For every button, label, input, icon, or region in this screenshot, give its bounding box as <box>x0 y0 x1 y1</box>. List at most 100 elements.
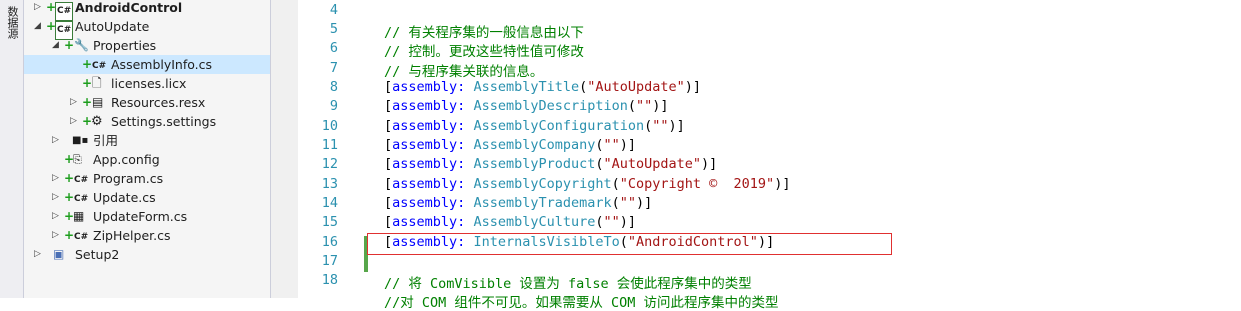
code-type: AssemblyTrademark <box>473 195 612 211</box>
line-number: 5 <box>329 21 338 37</box>
csharp-file-icon: C# <box>74 232 89 242</box>
tree-item-label: AndroidControl <box>75 0 183 15</box>
code-keyword: assembly: <box>392 98 466 114</box>
code-paren: )] <box>684 79 702 95</box>
code-type: AssemblyProduct <box>473 156 596 172</box>
code-string: "AutoUpdate" <box>587 79 685 95</box>
code-bracket: [ <box>384 137 393 153</box>
expand-icon[interactable]: ▷ <box>34 0 41 16</box>
line-number: 15 <box>321 214 338 230</box>
code-line-attribute: [assembly: AssemblyCopyright("Copyright … <box>384 176 790 192</box>
tree-item-label: 引用 <box>93 133 119 148</box>
code-paren: ( <box>595 214 604 230</box>
tree-item-updateform[interactable]: ▷ + ▦ UpdateForm.cs <box>24 207 270 226</box>
code-paren: ( <box>611 176 620 192</box>
tree-item-label: Update.cs <box>93 190 156 205</box>
highlight-box <box>367 233 892 255</box>
references-icon: ■▪ <box>72 135 89 146</box>
line-number: 6 <box>329 40 338 56</box>
tree-item-label: ZipHelper.cs <box>93 228 171 243</box>
pending-add-icon: + <box>64 190 75 204</box>
code-keyword: assembly: <box>392 214 466 230</box>
line-number: 17 <box>321 253 338 269</box>
tree-item-androidcontrol[interactable]: ▷ + C# AndroidControl <box>24 0 270 21</box>
code-comment: // 与程序集关联的信息。 <box>384 64 544 80</box>
csharp-file-icon: C# <box>74 194 89 204</box>
tree-item-ziphelper[interactable]: ▷ + C# ZipHelper.cs <box>24 226 270 245</box>
pending-add-icon: + <box>82 95 93 109</box>
code-line-attribute: [assembly: AssemblyCompany("")] <box>384 137 636 153</box>
tree-item-label: Properties <box>93 38 157 53</box>
code-paren: ( <box>595 137 604 153</box>
tree-item-licenses[interactable]: + 🗋 licenses.licx <box>24 74 270 93</box>
left-tool-strip: 数据源 <box>0 0 24 298</box>
expand-icon[interactable]: ▷ <box>52 227 59 244</box>
collapse-icon[interactable]: ◢ <box>52 37 59 54</box>
code-bracket: [ <box>384 176 393 192</box>
file-icon: 🗋 <box>92 76 102 90</box>
tree-item-autoupdate[interactable]: ◢ + C# AutoUpdate <box>24 17 270 40</box>
line-number: 7 <box>329 60 338 76</box>
wrench-icon: 🔧 <box>74 38 89 52</box>
code-paren: ( <box>611 195 620 211</box>
expand-icon[interactable]: ▷ <box>70 94 77 111</box>
expand-icon[interactable]: ▷ <box>52 170 59 187</box>
tree-item-assemblyinfo[interactable]: + C# AssemblyInfo.cs <box>24 55 270 74</box>
code-type: AssemblyTitle <box>473 79 580 95</box>
code-bracket: [ <box>384 79 393 95</box>
tree-item-label: Resources.resx <box>111 95 206 110</box>
tree-item-references[interactable]: ▷ ■▪ 引用 <box>24 131 270 150</box>
line-number: 4 <box>329 2 338 18</box>
pending-add-icon: + <box>64 38 75 52</box>
code-paren: )] <box>636 195 653 211</box>
tree-item-label: AutoUpdate <box>75 19 150 34</box>
gear-icon: ⚙ <box>91 114 103 129</box>
expand-icon[interactable]: ▷ <box>34 246 41 263</box>
line-number: 12 <box>321 156 338 172</box>
code-type: AssemblyCopyright <box>473 176 612 192</box>
code-string: "" <box>636 98 653 114</box>
datasource-tab[interactable]: 数据源 <box>4 6 20 39</box>
code-bracket: [ <box>384 156 393 172</box>
tree-item-appconfig[interactable]: + ⎘ App.config <box>24 150 270 169</box>
code-string: "" <box>652 118 669 134</box>
code-bracket: [ <box>384 98 393 114</box>
pending-add-icon: + <box>82 57 93 71</box>
line-number: 11 <box>321 137 338 153</box>
tree-item-label: Setup2 <box>75 247 120 262</box>
expand-icon[interactable]: ▷ <box>52 132 59 149</box>
tree-item-label: App.config <box>93 152 160 167</box>
code-paren: )] <box>619 137 637 153</box>
code-line-attribute: [assembly: AssemblyTrademark("")] <box>384 195 652 211</box>
code-paren: )] <box>652 98 669 114</box>
pending-add-icon: + <box>82 76 93 90</box>
expand-icon[interactable]: ▷ <box>52 189 59 206</box>
code-line-attribute: [assembly: AssemblyTitle("AutoUpdate")] <box>384 79 701 95</box>
code-string: "" <box>603 214 620 230</box>
line-number: 10 <box>321 118 338 134</box>
code-keyword: assembly: <box>392 156 466 172</box>
collapse-icon[interactable]: ◢ <box>34 18 41 35</box>
code-keyword: assembly: <box>392 176 466 192</box>
tree-item-update[interactable]: ▷ + C# Update.cs <box>24 188 270 207</box>
code-comment: // 有关程序集的一般信息由以下 <box>384 25 584 41</box>
expand-icon[interactable]: ▷ <box>70 113 77 130</box>
tree-item-resources[interactable]: ▷ + ▤ Resources.resx <box>24 93 270 112</box>
tree-item-setup2[interactable]: ▷ ▣ Setup2 <box>24 245 270 264</box>
code-paren: ( <box>627 98 637 114</box>
code-string: "AutoUpdate" <box>603 156 702 172</box>
resx-icon: ▤ <box>92 95 104 109</box>
csharp-file-icon: C# <box>92 61 107 71</box>
form-icon: ▦ <box>73 209 85 223</box>
tree-item-properties[interactable]: ◢ + 🔧 Properties <box>24 36 270 55</box>
expand-icon[interactable]: ▷ <box>52 208 59 225</box>
tree-item-program[interactable]: ▷ + C# Program.cs <box>24 169 270 188</box>
code-comment: // 将 ComVisible 设置为 false 会使此程序集中的类型 <box>384 276 752 292</box>
code-bracket: [ <box>384 195 393 211</box>
tree-item-settings[interactable]: ▷ + ⚙ Settings.settings <box>24 112 270 131</box>
line-number: 18 <box>321 272 338 288</box>
tree-item-label: Program.cs <box>93 171 164 186</box>
setup-project-icon: ▣ <box>53 247 65 261</box>
solution-explorer: ▷ + C# AndroidControl ◢ + C# AutoUpdate … <box>24 0 271 298</box>
code-editor[interactable]: 4 5 6 7 8 9 10 11 12 13 14 15 16 17 18 /… <box>298 0 1241 311</box>
